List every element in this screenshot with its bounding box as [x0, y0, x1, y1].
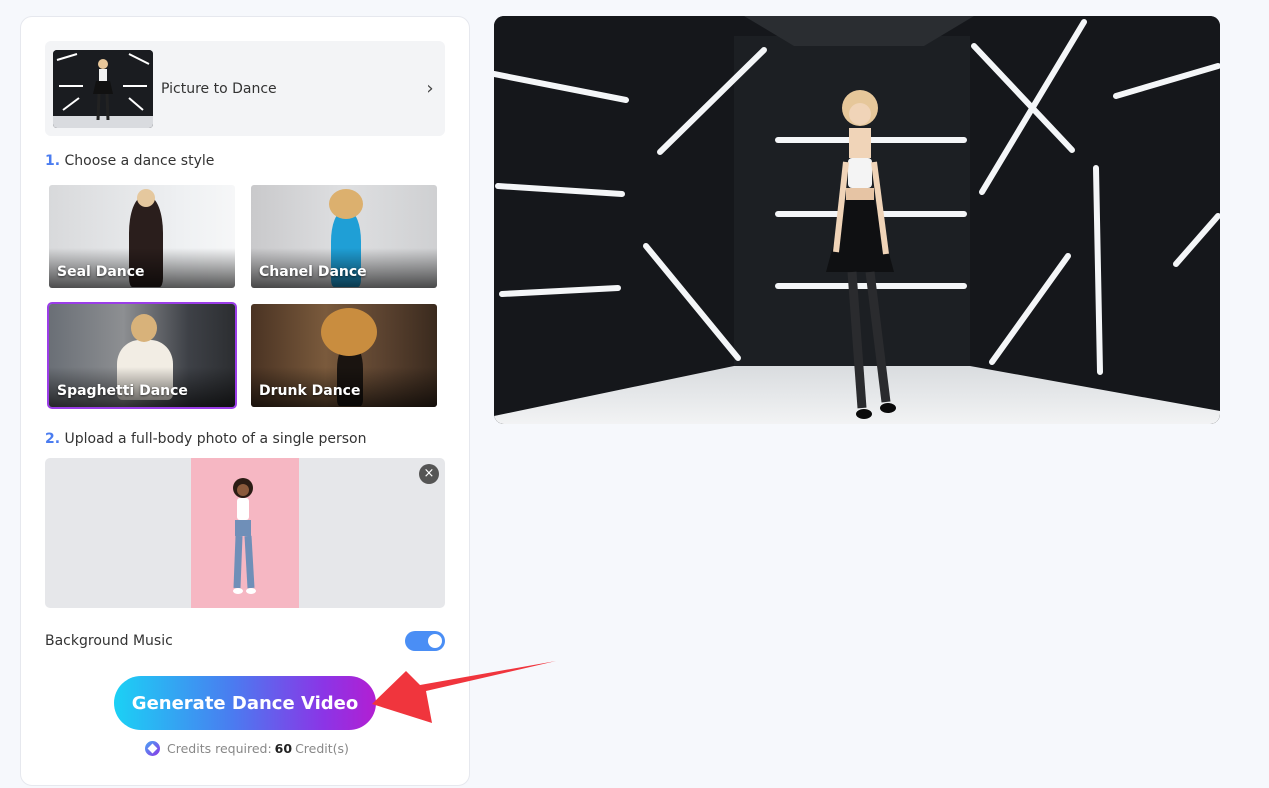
step-one-text: Choose a dance style [64, 153, 215, 169]
photo-upload-area[interactable]: × [45, 458, 445, 608]
background-music-row: Background Music [45, 629, 445, 653]
style-name: Spaghetti Dance [57, 383, 188, 399]
uploaded-photo [191, 458, 299, 608]
credits-amount: 60 [274, 741, 293, 756]
tool-title: Picture to Dance [161, 80, 277, 97]
background-music-toggle[interactable] [405, 631, 445, 651]
step-two-number: 2. [45, 431, 61, 447]
step-one-label: 1. Choose a dance style [45, 153, 214, 169]
style-card-drunk-dance[interactable]: Drunk Dance [249, 302, 439, 409]
tool-selector[interactable]: Picture to Dance › [45, 41, 445, 136]
chevron-right-icon: › [426, 78, 434, 99]
close-icon[interactable]: × [419, 464, 439, 484]
credits-info: Credits required: 60 Credit(s) [145, 741, 349, 756]
generate-dance-video-button[interactable]: Generate Dance Video [114, 676, 376, 730]
step-two-text: Upload a full-body photo of a single per… [64, 431, 367, 447]
step-one-number: 1. [45, 153, 61, 169]
style-card-seal-dance[interactable]: Seal Dance [47, 183, 237, 290]
dance-style-grid: Seal Dance Chanel Dance Spaghetti Dance … [47, 183, 443, 409]
style-card-spaghetti-dance[interactable]: Spaghetti Dance [47, 302, 237, 409]
credits-suffix: Credit(s) [295, 741, 349, 756]
dancer-thumbnail [53, 49, 153, 128]
style-name: Seal Dance [57, 264, 145, 280]
background-music-label: Background Music [45, 633, 173, 649]
style-name: Drunk Dance [259, 383, 361, 399]
credits-prefix: Credits required: [167, 741, 272, 756]
credit-diamond-icon [145, 741, 160, 756]
style-card-chanel-dance[interactable]: Chanel Dance [249, 183, 439, 290]
video-preview [494, 16, 1220, 424]
annotation-arrow-icon [372, 661, 556, 723]
toggle-knob [428, 634, 442, 648]
style-name: Chanel Dance [259, 264, 367, 280]
step-two-label: 2. Upload a full-body photo of a single … [45, 431, 366, 447]
